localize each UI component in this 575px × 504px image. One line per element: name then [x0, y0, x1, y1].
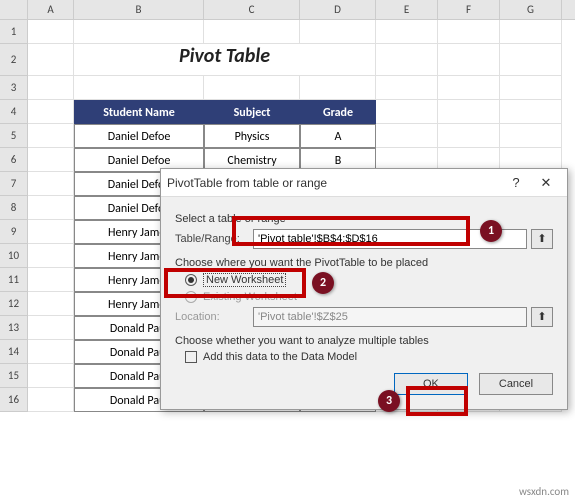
collapse-range-button[interactable]: ⬆ — [531, 307, 553, 327]
col-header-F[interactable]: F — [438, 0, 500, 19]
col-header-E[interactable]: E — [376, 0, 438, 19]
cell[interactable] — [74, 20, 204, 44]
table-range-label: Table/Range: — [175, 233, 253, 245]
radio-icon — [185, 274, 197, 286]
col-header-D[interactable]: D — [300, 0, 376, 19]
table-header-subject[interactable]: Subject — [204, 100, 300, 124]
row-header[interactable]: 7 — [0, 172, 28, 196]
cell[interactable] — [28, 244, 74, 268]
cell[interactable] — [500, 44, 562, 76]
row-header[interactable]: 6 — [0, 148, 28, 172]
cell[interactable] — [376, 100, 438, 124]
row-header[interactable]: 11 — [0, 268, 28, 292]
row-header[interactable]: 8 — [0, 196, 28, 220]
column-headers: A B C D E F G — [0, 0, 575, 20]
cell[interactable] — [438, 76, 500, 100]
table-cell-name[interactable]: Daniel Defoe — [74, 124, 204, 148]
dialog-titlebar[interactable]: PivotTable from table or range ? ✕ — [161, 169, 567, 197]
row-header[interactable]: 1 — [0, 20, 28, 44]
location-input — [253, 307, 527, 327]
cell[interactable] — [376, 76, 438, 100]
location-label: Location: — [175, 311, 253, 323]
step-marker-2: 2 — [312, 272, 334, 294]
cell[interactable] — [28, 44, 74, 76]
radio-new-worksheet[interactable]: New Worksheet — [185, 273, 553, 287]
row-header[interactable]: 13 — [0, 316, 28, 340]
row-header[interactable]: 5 — [0, 124, 28, 148]
row-header[interactable]: 16 — [0, 388, 28, 412]
collapse-range-button[interactable]: ⬆ — [531, 229, 553, 249]
cell[interactable] — [500, 20, 562, 44]
cell[interactable] — [204, 76, 300, 100]
table-cell-subject[interactable]: Physics — [204, 124, 300, 148]
cell[interactable] — [300, 20, 376, 44]
cell[interactable] — [376, 20, 438, 44]
add-to-data-model-label: Add this data to the Data Model — [203, 351, 357, 363]
cell[interactable] — [28, 364, 74, 388]
row-header[interactable]: 3 — [0, 76, 28, 100]
radio-new-worksheet-label: New Worksheet — [203, 273, 286, 287]
watermark: wsxdn.com — [519, 485, 569, 498]
cell[interactable] — [376, 44, 438, 76]
cell[interactable] — [28, 220, 74, 244]
cell[interactable] — [28, 148, 74, 172]
row-header[interactable]: 2 — [0, 44, 28, 76]
cell[interactable] — [376, 124, 438, 148]
cell[interactable] — [28, 172, 74, 196]
radio-existing-worksheet-label: Existing Worksheet — [203, 291, 297, 303]
cell[interactable] — [500, 100, 562, 124]
row-header[interactable]: 4 — [0, 100, 28, 124]
cell[interactable] — [500, 124, 562, 148]
select-all-corner[interactable] — [0, 0, 28, 19]
cell[interactable] — [28, 196, 74, 220]
row-header[interactable]: 14 — [0, 340, 28, 364]
row-header[interactable]: 12 — [0, 292, 28, 316]
cell[interactable] — [28, 20, 74, 44]
dialog-title: PivotTable from table or range — [167, 176, 501, 190]
pivottable-dialog: PivotTable from table or range ? ✕ Selec… — [160, 168, 568, 410]
cell[interactable] — [28, 340, 74, 364]
col-header-C[interactable]: C — [204, 0, 300, 19]
cell[interactable] — [28, 316, 74, 340]
cell[interactable] — [28, 76, 74, 100]
close-button[interactable]: ✕ — [531, 175, 561, 191]
cell[interactable] — [438, 124, 500, 148]
add-to-data-model-checkbox[interactable]: Add this data to the Data Model — [185, 351, 553, 363]
step-marker-1: 1 — [480, 220, 502, 242]
help-button[interactable]: ? — [501, 175, 531, 190]
row-header[interactable]: 15 — [0, 364, 28, 388]
cell[interactable] — [28, 100, 74, 124]
cell[interactable] — [500, 76, 562, 100]
row-header[interactable]: 9 — [0, 220, 28, 244]
section-placement: Choose where you want the PivotTable to … — [175, 257, 553, 269]
cell[interactable] — [438, 20, 500, 44]
section-multiple-tables: Choose whether you want to analyze multi… — [175, 335, 553, 347]
cell[interactable] — [28, 124, 74, 148]
page-title: Pivot Table — [74, 44, 376, 76]
ok-button[interactable]: OK — [394, 373, 468, 395]
cell[interactable] — [28, 268, 74, 292]
col-header-B[interactable]: B — [74, 0, 204, 19]
cell[interactable] — [74, 76, 204, 100]
checkbox-icon — [185, 351, 197, 363]
cell[interactable] — [204, 20, 300, 44]
table-header-grade[interactable]: Grade — [300, 100, 376, 124]
cell[interactable] — [28, 388, 74, 412]
table-cell-grade[interactable]: A — [300, 124, 376, 148]
cell[interactable] — [28, 292, 74, 316]
cell[interactable] — [300, 76, 376, 100]
col-header-G[interactable]: G — [500, 0, 562, 19]
radio-icon — [185, 291, 197, 303]
col-header-A[interactable]: A — [28, 0, 74, 19]
step-marker-3: 3 — [378, 390, 400, 412]
cell[interactable] — [438, 100, 500, 124]
cancel-button[interactable]: Cancel — [479, 373, 553, 395]
cell[interactable] — [438, 44, 500, 76]
table-header-name[interactable]: Student Name — [74, 100, 204, 124]
radio-existing-worksheet[interactable]: Existing Worksheet — [185, 291, 553, 303]
row-header[interactable]: 10 — [0, 244, 28, 268]
